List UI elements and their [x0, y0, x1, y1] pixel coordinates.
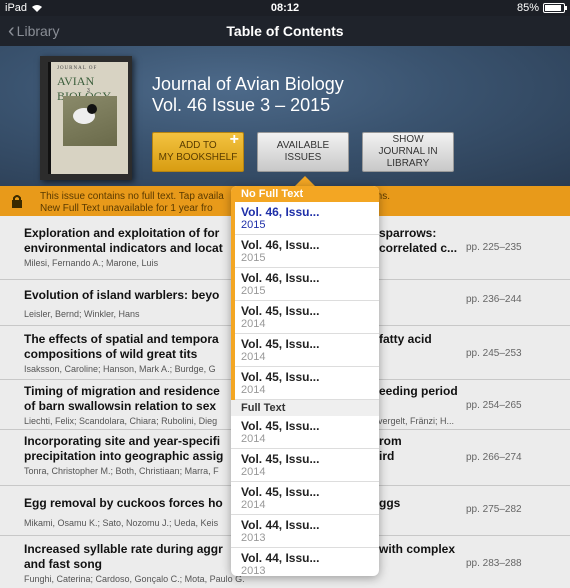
section-no-full-text: No Full Text [231, 186, 379, 202]
issue-item[interactable]: Vol. 45, Issu... 2014 [231, 482, 379, 515]
issue-item[interactable]: Vol. 46, Issu... 2015 [231, 235, 379, 268]
nav-bar: ‹ Library Table of Contents [0, 16, 570, 46]
battery-percent: 85% [516, 2, 539, 14]
lock-icon [12, 195, 22, 208]
page-title: Table of Contents [226, 23, 344, 39]
show-journal-in-library-button[interactable]: SHOW JOURNAL IN LIBRARY [362, 132, 454, 172]
available-issues-popover: No Full Text Vol. 46, Issu... 2015 Vol. 4… [231, 186, 379, 576]
issue-item[interactable]: Vol. 46, Issu... 2015 [231, 268, 379, 301]
issue-item[interactable]: Vol. 45, Issu... 2014 [231, 367, 379, 400]
section-full-text: Full Text [231, 400, 379, 416]
status-bar: iPad 08:12 85% [0, 0, 570, 16]
journal-title: Journal of Avian Biology Vol. 46 Issue 3… [152, 74, 344, 115]
issue-item[interactable]: Vol. 45, Issu... 2014 [231, 301, 379, 334]
bird-head-image [87, 104, 97, 114]
issue-item[interactable]: Vol. 45, Issu... 2014 [231, 449, 379, 482]
battery-icon [543, 3, 567, 13]
journal-cover: JOURNAL OF AVIAN BIOLOGY 3 [40, 56, 132, 180]
issue-item[interactable]: Vol. 44, Issu... 2013 [231, 548, 379, 576]
issue-item[interactable]: Vol. 44, Issu... 2013 [231, 515, 379, 548]
issue-item[interactable]: Vol. 45, Issu... 2014 [231, 334, 379, 367]
issue-item[interactable]: Vol. 46, Issu... 2015 [231, 202, 379, 235]
popover-arrow [295, 176, 315, 186]
add-to-bookshelf-button[interactable]: + ADD TO MY BOOKSHELF [152, 132, 244, 172]
cover-journal-of: JOURNAL OF [57, 66, 98, 71]
issue-item[interactable]: Vol. 45, Issu... 2014 [231, 416, 379, 449]
status-time: 08:12 [270, 2, 300, 14]
available-issues-button[interactable]: AVAILABLE ISSUES [257, 132, 349, 172]
cover-number: 3 [87, 88, 90, 94]
plus-icon: + [229, 131, 239, 148]
